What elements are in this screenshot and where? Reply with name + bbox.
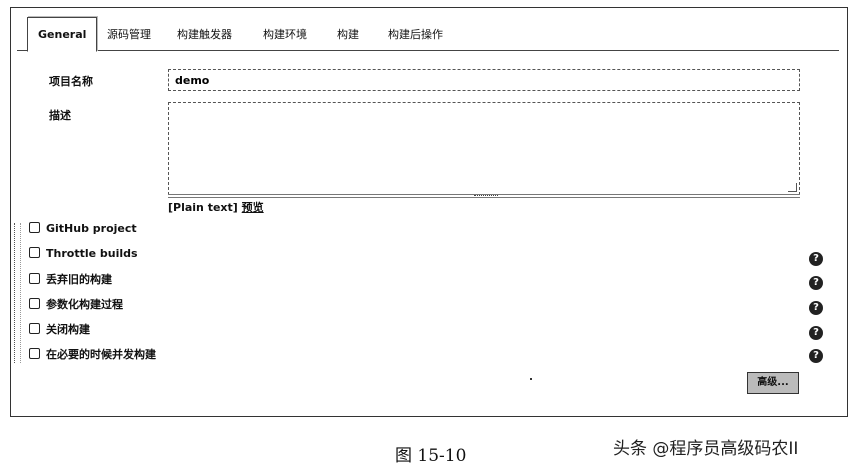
resize-corner-icon[interactable] — [788, 183, 797, 192]
checkbox[interactable] — [29, 247, 40, 258]
project-name-input[interactable] — [168, 69, 800, 91]
general-section: 项目名称 描述 [Plain text] 预览 GitHub project T… — [11, 51, 847, 416]
checkbox[interactable] — [29, 323, 40, 334]
description-label: 描述 — [49, 109, 71, 122]
watermark: 头条 @程序员高级码农II — [613, 439, 799, 459]
project-name-label: 项目名称 — [49, 75, 93, 88]
checkbox[interactable] — [29, 273, 40, 284]
job-config-panel: General 源码管理 构建触发器 构建环境 构建 构建后操作 项目名称 描述… — [10, 7, 848, 417]
tab-post-build-actions[interactable]: 构建后操作 — [388, 26, 443, 42]
figure-caption: 图 15-10 — [395, 446, 467, 466]
tab-bar: General 源码管理 构建触发器 构建环境 构建 构建后操作 — [17, 14, 839, 52]
tab-build-triggers[interactable]: 构建触发器 — [177, 26, 232, 42]
preview-link[interactable]: 预览 — [242, 201, 264, 214]
option-label: Throttle builds — [46, 247, 138, 260]
option-parameterized-build[interactable]: 参数化构建过程 — [29, 296, 123, 312]
resize-grip-icon[interactable] — [474, 195, 498, 198]
option-label: 丢弃旧的构建 — [46, 273, 112, 286]
section-divider — [14, 223, 21, 363]
option-label: 关闭构建 — [46, 323, 90, 336]
option-label: 参数化构建过程 — [46, 298, 123, 311]
description-textarea[interactable] — [168, 102, 800, 195]
plain-text-label: [Plain text] — [168, 201, 238, 214]
help-icon[interactable]: ? — [809, 349, 823, 363]
help-icon[interactable]: ? — [809, 252, 823, 266]
option-label: GitHub project — [46, 222, 137, 235]
checkbox[interactable] — [29, 298, 40, 309]
option-label: 在必要的时候并发构建 — [46, 348, 156, 361]
stray-dot — [530, 378, 532, 380]
option-discard-old-builds[interactable]: 丢弃旧的构建 — [29, 271, 112, 287]
advanced-button[interactable]: 高级... — [747, 372, 799, 394]
tab-build-environment[interactable]: 构建环境 — [263, 26, 307, 42]
tab-general[interactable]: General — [27, 17, 98, 52]
option-github-project[interactable]: GitHub project — [29, 222, 137, 238]
option-throttle-builds[interactable]: Throttle builds — [29, 247, 138, 263]
help-icon[interactable]: ? — [809, 276, 823, 290]
tab-build[interactable]: 构建 — [337, 26, 359, 42]
checkbox[interactable] — [29, 348, 40, 359]
description-format-line: [Plain text] 预览 — [168, 199, 264, 215]
option-disable-build[interactable]: 关闭构建 — [29, 321, 90, 337]
checkbox[interactable] — [29, 222, 40, 233]
textarea-resize-bar[interactable] — [168, 194, 800, 198]
help-icon[interactable]: ? — [809, 326, 823, 340]
tab-source-code-management[interactable]: 源码管理 — [107, 26, 151, 42]
help-icon[interactable]: ? — [809, 301, 823, 315]
option-concurrent-builds[interactable]: 在必要的时候并发构建 — [29, 346, 156, 362]
